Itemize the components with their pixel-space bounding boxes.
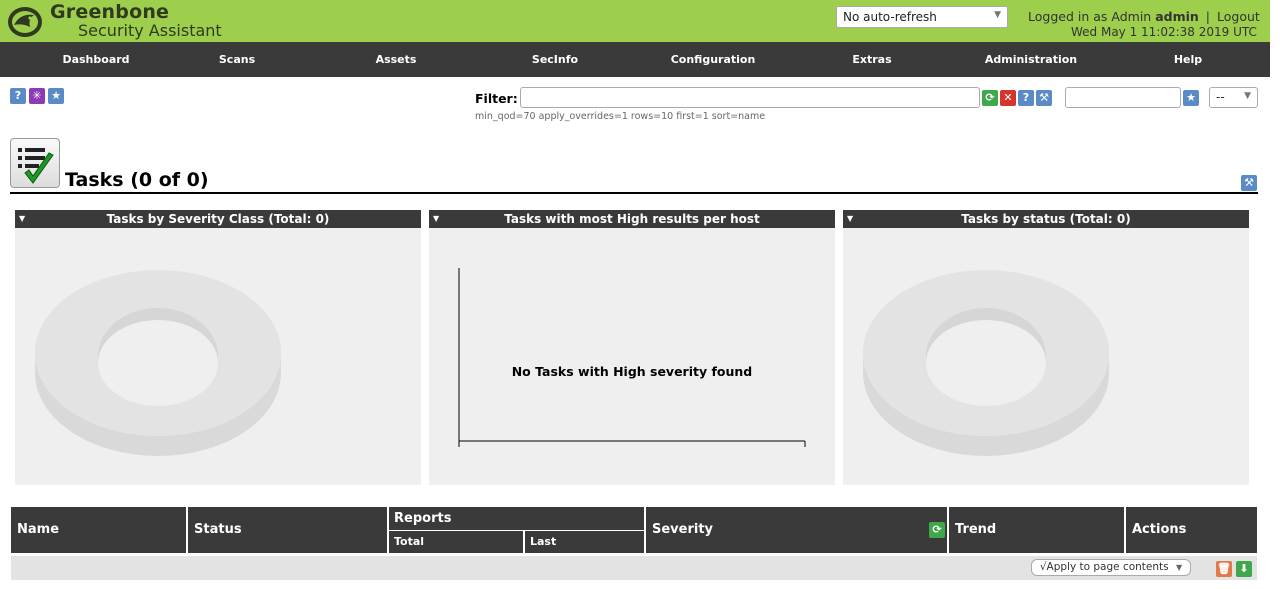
donut-chart-graphic [35,270,281,456]
nav-configuration[interactable]: Configuration [638,42,788,77]
panel-header[interactable]: ▼ Tasks by Severity Class (Total: 0) [15,210,421,228]
help-icon[interactable]: ? [10,88,26,104]
collapse-triangle-icon[interactable]: ▼ [847,210,853,228]
refresh-filter-icon[interactable]: ⟳ [982,90,998,106]
logout-link[interactable]: Logout [1217,9,1260,24]
bar-chart-empty: No Tasks with High severity found [429,228,835,485]
login-info: Logged in as Admin admin | Logout [1028,9,1260,24]
datetime: Wed May 1 11:02:38 2019 UTC [1071,25,1257,39]
empty-chart-axes [458,268,806,447]
wizard-icon[interactable]: ✳ [29,88,45,104]
task-toolbar: ? ✳ ★ [10,88,64,104]
save-filter-star-icon[interactable]: ★ [1183,90,1199,106]
apply-label: √Apply to page contents [1039,561,1169,573]
edit-filter-wrench-icon[interactable]: ⚒ [1036,90,1052,106]
logged-in-label: Logged in as [1028,9,1108,24]
reset-filter-icon[interactable]: ✕ [1000,90,1016,106]
filter-label: Filter: [475,91,518,106]
brand-name: Greenbone [50,1,170,23]
column-reports-last[interactable]: Last [525,531,644,553]
saved-filter-value: -- [1216,90,1225,104]
panel-header[interactable]: ▼ Tasks by status (Total: 0) [843,210,1249,228]
empty-chart-message: No Tasks with High severity found [511,364,753,379]
nav-dashboard[interactable]: Dashboard [21,42,171,77]
donut-chart [843,228,1249,485]
brand-subtitle: Security Assistant [78,21,222,40]
nav-secinfo[interactable]: SecInfo [480,42,630,77]
column-trend[interactable]: Trend [949,507,1124,553]
column-status[interactable]: Status [188,507,387,553]
filter-help-icon[interactable]: ? [1018,90,1034,106]
panel-severity-class: ▼ Tasks by Severity Class (Total: 0) [15,210,421,485]
collapse-triangle-icon[interactable]: ▼ [19,210,25,228]
tasks-table-header: Name Status Reports Total Last Severity … [11,507,1257,553]
edit-dashboard-wrench-icon[interactable]: ⚒ [1241,175,1257,191]
column-severity[interactable]: Severity ⟳ [646,507,947,553]
chevron-down-icon: ▼ [994,10,1001,20]
column-severity-label: Severity [652,522,714,537]
nav-extras[interactable]: Extras [797,42,947,77]
chevron-down-icon: ▼ [1175,563,1183,572]
filter-criteria-text: min_qod=70 apply_overrides=1 rows=10 fir… [475,111,766,122]
panel-title: Tasks by status (Total: 0) [961,212,1131,226]
panel-title: Tasks by Severity Class (Total: 0) [106,212,330,226]
app-header: Greenbone Security Assistant No auto-ref… [0,0,1270,42]
separator: | [1205,9,1211,24]
trashcan-icon[interactable]: 🗑 [1216,561,1232,577]
saved-filter-select[interactable]: -- ▼ [1209,87,1258,108]
title-divider [10,192,1258,194]
export-download-icon[interactable]: ⬇ [1236,561,1252,577]
tasks-icon [10,138,60,188]
panel-title: Tasks with most High results per host [504,212,760,226]
severity-refresh-icon[interactable]: ⟳ [929,522,945,538]
filter-name-input[interactable] [1065,87,1181,108]
collapse-triangle-icon[interactable]: ▼ [433,210,439,228]
filter-input[interactable] [520,87,980,108]
nav-administration[interactable]: Administration [956,42,1106,77]
main-nav: Dashboard Scans Assets SecInfo Configura… [0,42,1270,77]
filter-actions: ⟳ ✕ ? ⚒ [982,90,1052,106]
panel-high-results: ▼ Tasks with most High results per host … [429,210,835,485]
auto-refresh-value: No auto-refresh [843,10,937,24]
column-actions: Actions [1126,507,1257,553]
page-title: Tasks (0 of 0) [65,169,209,191]
chevron-down-icon: ▼ [1244,91,1251,101]
nav-scans[interactable]: Scans [162,42,312,77]
username-link[interactable]: admin [1155,9,1199,24]
column-reports: Reports [389,507,644,530]
greenbone-logo-icon[interactable] [6,3,44,39]
donut-chart [15,228,421,485]
column-reports-total[interactable]: Total [389,531,523,553]
panel-header[interactable]: ▼ Tasks with most High results per host [429,210,835,228]
nav-assets[interactable]: Assets [321,42,471,77]
panel-status: ▼ Tasks by status (Total: 0) [843,210,1249,485]
auto-refresh-select[interactable]: No auto-refresh ▼ [836,6,1008,28]
task-list-check-icon [18,148,54,184]
new-task-star-icon[interactable]: ★ [48,88,64,104]
donut-chart-graphic [863,270,1109,456]
user-role: Admin [1111,9,1152,24]
apply-to-page-select[interactable]: √Apply to page contents ▼ [1031,559,1191,576]
nav-help[interactable]: Help [1113,42,1263,77]
column-name[interactable]: Name [11,507,186,553]
